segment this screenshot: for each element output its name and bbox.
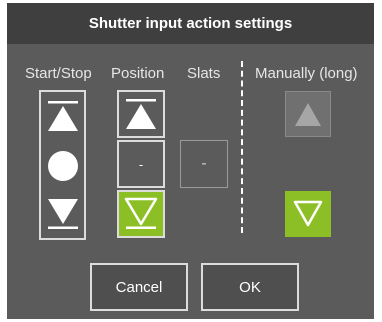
- position-label: Position: [111, 65, 165, 82]
- triangle-down-icon: [293, 200, 323, 227]
- slats-label-value: -: [201, 155, 207, 172]
- manual-down-button[interactable]: [285, 191, 331, 237]
- shutter-input-action-dialog: Shutter input action settings Start/Stop…: [7, 3, 374, 319]
- ok-button-label: OK: [239, 278, 261, 296]
- triangle-down-bar-icon: [124, 197, 158, 229]
- position-middle-button[interactable]: -: [117, 140, 165, 188]
- slats-label: Slats: [187, 65, 221, 82]
- triangle-down-bar-icon: [47, 199, 78, 229]
- triangle-up-bar-icon: [47, 101, 78, 131]
- slats-button[interactable]: -: [180, 140, 228, 188]
- start-stop-stop-button[interactable]: [41, 142, 84, 190]
- column-divider: [241, 61, 243, 233]
- start-stop-group: [39, 90, 86, 240]
- start-stop-down-button[interactable]: [41, 190, 84, 238]
- triangle-up-icon: [295, 103, 321, 126]
- dialog-title: Shutter input action settings: [88, 15, 293, 32]
- cancel-button-label: Cancel: [115, 278, 163, 296]
- start-stop-up-button[interactable]: [41, 92, 84, 140]
- position-down-button[interactable]: [117, 190, 165, 238]
- position-up-button[interactable]: [117, 90, 165, 138]
- dialog-title-bar: Shutter input action settings: [7, 3, 374, 44]
- position-middle-label: -: [138, 156, 144, 172]
- start-stop-label: Start/Stop: [25, 65, 92, 82]
- cancel-button[interactable]: Cancel: [90, 263, 188, 311]
- triangle-up-bar-icon: [126, 99, 156, 129]
- manual-up-button[interactable]: [285, 91, 331, 137]
- circle-stop-icon: [47, 151, 78, 181]
- manually-long-label: Manually (long): [255, 65, 358, 82]
- ok-button[interactable]: OK: [201, 263, 299, 311]
